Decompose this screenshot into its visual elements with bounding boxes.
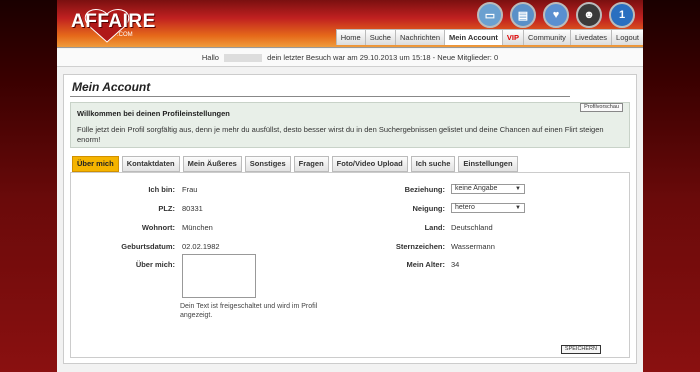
tab-ich-suche[interactable]: Ich suche <box>410 156 456 172</box>
logo-subtext: .COM <box>117 32 133 38</box>
label-sternzeichen: Sternzeichen: <box>395 242 445 251</box>
info-text: Fülle jetzt dein Profil sorgfältig aus, … <box>77 125 604 144</box>
welcome-prefix: Hallo <box>201 53 219 62</box>
value-ich-bin: Frau <box>182 185 198 194</box>
label-geburtsdatum: Geburtsdatum: <box>121 242 175 251</box>
nav-livedates[interactable]: Livedates <box>569 29 612 45</box>
nav-suche[interactable]: Suche <box>364 29 395 45</box>
label-wohnort: Wohnort: <box>141 223 175 232</box>
nav-home[interactable]: Home <box>335 29 365 45</box>
profile-form-panel: Ich bin: Frau PLZ: 80331 Wohnort: Münche… <box>70 172 630 358</box>
label-ueber-mich: Über mich: <box>135 260 175 269</box>
welcome-bar: Hallo dein letzter Besuch war am 29.10.2… <box>57 49 643 67</box>
label-mein-alter: Mein Alter: <box>406 260 445 269</box>
nav-logout[interactable]: Logout <box>611 29 643 45</box>
tab-sonstiges[interactable]: Sonstiges <box>244 156 291 172</box>
tab-fragen[interactable]: Fragen <box>293 156 329 172</box>
nav-nachrichten[interactable]: Nachrichten <box>394 29 445 45</box>
blurred-username <box>224 54 263 63</box>
monitor-icon[interactable]: ▭ <box>477 2 503 28</box>
chevron-down-icon: ▼ <box>515 205 521 211</box>
tab-einstellungen[interactable]: Einstellungen <box>458 156 518 172</box>
label-neigung: Neigung: <box>412 204 446 213</box>
tab-kontaktdaten[interactable]: Kontaktdaten <box>121 156 180 172</box>
title-divider <box>70 96 570 97</box>
logo-text: AFFAIRE <box>71 11 156 32</box>
tab-mein-aeusseres[interactable]: Mein Äußeres <box>182 156 242 172</box>
info-title: Willkommen bei deinen Profileinstellunge… <box>77 109 230 118</box>
save-button[interactable]: SPEICHERN <box>560 345 601 354</box>
nav-mein-account[interactable]: Mein Account <box>444 29 502 45</box>
tab-foto-video-upload[interactable]: Foto/Video Upload <box>331 156 408 172</box>
notification-badge: 1 <box>618 9 626 21</box>
value-plz: 80331 <box>182 204 203 213</box>
notification-icon[interactable]: 1 <box>609 2 635 28</box>
chevron-down-icon: ▼ <box>515 186 521 192</box>
nav-community[interactable]: Community <box>523 29 570 45</box>
label-land: Land: <box>424 223 445 232</box>
beziehung-selected: keine Angabe <box>455 185 498 192</box>
value-land: Deutschland <box>451 223 493 232</box>
site-header: AFFAIRE .COM ▭ ▤ ♥ ☻ 1 Home Suche Nachri… <box>57 0 643 48</box>
page: AFFAIRE .COM ▭ ▤ ♥ ☻ 1 Home Suche Nachri… <box>57 0 643 372</box>
heart-icon[interactable]: ♥ <box>543 2 569 28</box>
main-nav: Home Suche Nachrichten Mein Account VIP … <box>335 29 643 45</box>
value-mein-alter: 34 <box>451 260 460 269</box>
about-me-textarea[interactable] <box>182 254 256 298</box>
value-wohnort: München <box>182 223 213 232</box>
welcome-suffix: dein letzter Besuch war am 29.10.2013 um… <box>267 53 499 62</box>
tab-ueber-mich[interactable]: Über mich <box>72 156 119 172</box>
value-sternzeichen: Wassermann <box>451 242 495 251</box>
about-me-note: Dein Text ist freigeschaltet und wird im… <box>180 303 318 319</box>
document-icon[interactable]: ▤ <box>510 2 536 28</box>
page-title: Mein Account <box>72 80 151 94</box>
label-ich-bin: Ich bin: <box>148 185 175 194</box>
info-box: Willkommen bei deinen Profileinstellunge… <box>70 102 630 148</box>
profile-preview-button[interactable]: Profilvorschau <box>580 103 623 112</box>
neigung-select[interactable]: hetero ▼ <box>451 203 525 213</box>
top-icon-bar: ▭ ▤ ♥ ☻ 1 <box>477 2 635 28</box>
value-geburtsdatum: 02.02.1982 <box>182 242 220 251</box>
beziehung-select[interactable]: keine Angabe ▼ <box>451 184 525 194</box>
label-plz: PLZ: <box>158 204 175 213</box>
account-content: Mein Account Willkommen bei deinen Profi… <box>63 74 637 364</box>
label-beziehung: Beziehung: <box>404 185 445 194</box>
neigung-selected: hetero <box>455 204 475 211</box>
nav-vip[interactable]: VIP <box>501 29 523 45</box>
site-logo[interactable]: AFFAIRE .COM <box>67 8 193 44</box>
profile-tabs: Über mich Kontaktdaten Mein Äußeres Sons… <box>72 156 518 172</box>
people-icon[interactable]: ☻ <box>576 2 602 28</box>
